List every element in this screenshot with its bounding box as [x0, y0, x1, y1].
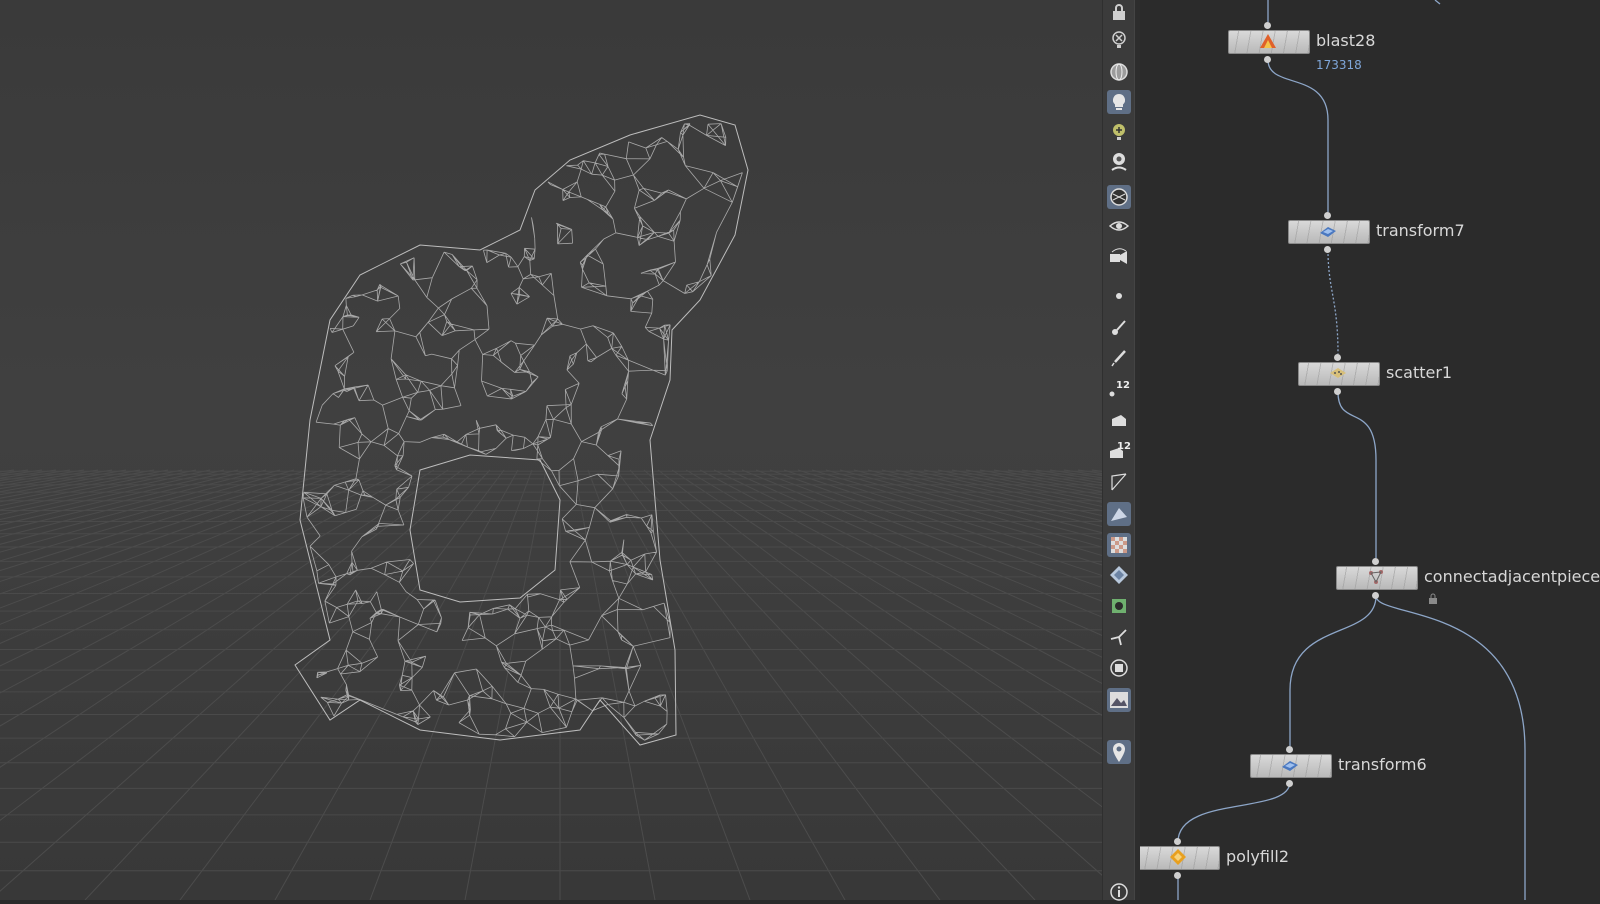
point-number-icon[interactable]: 12 — [1107, 376, 1131, 400]
info-icon[interactable] — [1107, 880, 1131, 904]
light-disabled-icon[interactable] — [1107, 28, 1131, 52]
input-port[interactable] — [1264, 22, 1271, 29]
primitive-number-icon[interactable]: 12 — [1107, 438, 1131, 462]
connect-icon — [1365, 567, 1387, 587]
diamond-icon[interactable] — [1107, 563, 1131, 587]
brush-icon[interactable] — [1107, 316, 1131, 340]
wire-blast28-transform7 — [1267, 59, 1329, 212]
input-port[interactable] — [1286, 746, 1293, 753]
wire-transform7-scatter1 — [1327, 249, 1339, 355]
lock-icon — [1428, 590, 1438, 609]
output-port[interactable] — [1334, 388, 1341, 395]
wire-offscreen — [1434, 0, 1441, 5]
node-label: polyfill2 — [1226, 847, 1290, 866]
face-icon[interactable] — [1107, 502, 1131, 526]
wire-scatter1-connect — [1337, 391, 1377, 558]
uv-icon[interactable] — [1107, 594, 1131, 618]
transform-icon — [1317, 221, 1339, 241]
texture-icon[interactable] — [1107, 533, 1131, 557]
input-port[interactable] — [1174, 838, 1181, 845]
output-port[interactable] — [1286, 780, 1293, 787]
light-bulb-icon[interactable] — [1107, 90, 1131, 114]
scene-viewport[interactable] — [0, 0, 1102, 900]
lock-icon[interactable] — [1107, 0, 1131, 24]
camera-eye-icon[interactable] — [1107, 214, 1131, 238]
display-options-icon[interactable] — [1107, 656, 1131, 680]
wireframe-mesh — [294, 114, 749, 746]
node-label: transform7 — [1376, 221, 1465, 240]
background-image-icon[interactable] — [1107, 688, 1131, 712]
node-label: connectadjacentpieces — [1424, 567, 1600, 586]
node-label: scatter1 — [1386, 363, 1453, 382]
svg-text:12: 12 — [1116, 380, 1130, 391]
input-port[interactable] — [1372, 558, 1379, 565]
output-port[interactable] — [1324, 246, 1331, 253]
light-add-icon[interactable] — [1107, 120, 1131, 144]
camera-flip-icon[interactable] — [1107, 244, 1131, 268]
pin-icon[interactable] — [1107, 740, 1131, 764]
light-link-icon[interactable] — [1107, 150, 1131, 174]
wire-connect-transform6 — [1289, 595, 1377, 746]
pen-icon[interactable] — [1107, 346, 1131, 370]
node-label: transform6 — [1338, 755, 1427, 774]
wire-transform6-polyfill2 — [1177, 781, 1291, 843]
viewport-toolbar: 12 12 — [1102, 0, 1135, 901]
camera-sphere-icon[interactable] — [1107, 185, 1131, 209]
output-port[interactable] — [1372, 592, 1379, 599]
output-port[interactable] — [1174, 872, 1181, 879]
axis-icon[interactable] — [1107, 625, 1131, 649]
polyfill-icon — [1167, 847, 1189, 867]
primitive-icon[interactable] — [1107, 408, 1131, 432]
sphere-icon[interactable] — [1107, 60, 1131, 84]
output-port[interactable] — [1264, 56, 1271, 63]
blast-icon — [1257, 31, 1279, 51]
transform-icon — [1279, 755, 1301, 775]
scatter-icon — [1327, 363, 1349, 383]
network-editor[interactable]: blast28 173318 transform7 scatter1 conne… — [1140, 0, 1600, 900]
node-info-label: 173318 — [1316, 58, 1362, 72]
input-port[interactable] — [1334, 354, 1341, 361]
input-port[interactable] — [1324, 212, 1331, 219]
edge-icon[interactable] — [1107, 470, 1131, 494]
point-icon[interactable] — [1107, 284, 1131, 308]
svg-text:12: 12 — [1117, 441, 1131, 452]
wire-connect-out — [1375, 595, 1526, 900]
node-label: blast28 — [1316, 31, 1376, 50]
